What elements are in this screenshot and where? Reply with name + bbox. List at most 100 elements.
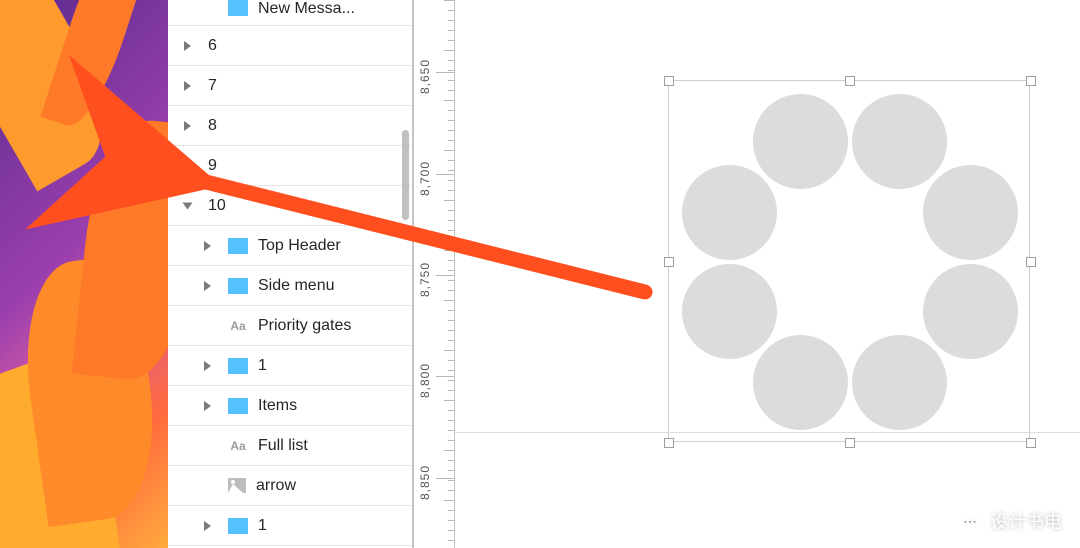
layers-panel[interactable]: New Messa... 6 7 8 9 10Top HeaderSide menu Aa P… (168, 0, 413, 548)
layer-row[interactable]: AaFull list (168, 426, 412, 466)
layer-row[interactable]: arrow (168, 466, 412, 506)
ruler-tick-minor (448, 120, 454, 121)
ruler-label: 8,850 (418, 465, 432, 500)
selection-handle[interactable] (664, 438, 674, 448)
ruler-tick-minor (448, 340, 454, 341)
layer-row[interactable]: 9 (168, 146, 412, 186)
disclosure-triangle-icon[interactable] (196, 275, 218, 297)
selection-handle[interactable] (1026, 76, 1036, 86)
ruler-tick-minor (448, 170, 454, 171)
canvas-area[interactable] (455, 0, 1080, 548)
layer-row[interactable]: 1 (168, 506, 412, 546)
layer-label: Items (258, 397, 297, 415)
ruler-tick-minor (448, 480, 454, 481)
layer-label: New Messa... (258, 0, 355, 18)
disclosure-triangle-icon[interactable] (196, 235, 218, 257)
ruler-tick-minor (448, 470, 454, 471)
shape-circle[interactable] (852, 94, 947, 189)
shape-circle[interactable] (923, 264, 1018, 359)
ruler-tick-minor (448, 440, 454, 441)
ruler-tick-minor (448, 140, 454, 141)
selection-handle[interactable] (1026, 257, 1036, 267)
layer-row[interactable]: 10 (168, 186, 412, 226)
shape-circle[interactable] (852, 335, 947, 430)
ruler-tick-minor (448, 380, 454, 381)
shape-circle[interactable] (682, 264, 777, 359)
ruler-label: 8,750 (418, 262, 432, 297)
layer-row[interactable]: 8 (168, 106, 412, 146)
ruler-tick-major (436, 72, 454, 73)
ruler-tick-minor (444, 250, 454, 251)
ruler-tick-minor (448, 230, 454, 231)
ruler-tick-minor (448, 310, 454, 311)
shape-circle[interactable] (923, 165, 1018, 260)
ruler-tick-minor (448, 390, 454, 391)
layer-label: Priority gates (258, 317, 351, 335)
text-layer-icon: Aa (228, 319, 248, 333)
ruler-tick-minor (448, 460, 454, 461)
ruler-tick-minor (448, 20, 454, 21)
ruler-tick-minor (448, 430, 454, 431)
ruler-tick-minor (448, 410, 454, 411)
disclosure-triangle-icon[interactable] (176, 75, 198, 97)
ruler-tick-minor (448, 110, 454, 111)
ruler-label: 8,650 (418, 59, 432, 94)
scrollbar-thumb[interactable] (402, 130, 409, 220)
selection-handle[interactable] (664, 76, 674, 86)
ruler-tick-minor (444, 450, 454, 451)
shape-circle[interactable] (753, 94, 848, 189)
layer-label: 8 (208, 117, 217, 135)
spacer (196, 435, 218, 457)
disclosure-triangle-icon[interactable] (176, 195, 198, 217)
folder-icon (228, 358, 248, 374)
ruler-tick-minor (444, 150, 454, 151)
selection-bounding-box[interactable] (668, 80, 1030, 442)
spacer (196, 475, 218, 497)
ruler-tick-major (436, 275, 454, 276)
ruler-tick-minor (448, 40, 454, 41)
ruler-tick-minor (448, 280, 454, 281)
ruler-tick-minor (448, 260, 454, 261)
layer-row[interactable]: Aa Priority gates (168, 306, 412, 346)
ruler-tick-minor (448, 220, 454, 221)
disclosure-triangle-icon[interactable] (176, 115, 198, 137)
shape-circle[interactable] (682, 165, 777, 260)
ruler-tick-major (436, 376, 454, 377)
ruler-tick-major (436, 478, 454, 479)
layer-row[interactable]: New Messa... (168, 0, 412, 26)
ruler-tick-minor (444, 100, 454, 101)
folder-icon (228, 278, 248, 294)
layer-label: 1 (258, 517, 267, 535)
layer-row[interactable]: 1 (168, 346, 412, 386)
layer-label: 1 (258, 357, 267, 375)
layer-row[interactable]: Top Header (168, 226, 412, 266)
layer-row[interactable]: 7 (168, 66, 412, 106)
ruler-tick-minor (448, 370, 454, 371)
disclosure-triangle-icon[interactable] (176, 155, 198, 177)
selection-handle[interactable] (1026, 438, 1036, 448)
folder-icon (228, 0, 248, 16)
disclosure-triangle-icon[interactable] (176, 35, 198, 57)
layer-label: 9 (208, 157, 217, 175)
ruler-label: 8,700 (418, 161, 432, 196)
disclosure-triangle-icon[interactable] (196, 355, 218, 377)
layer-label: 7 (208, 77, 217, 95)
shape-circle[interactable] (753, 335, 848, 430)
ruler-tick-minor (444, 200, 454, 201)
layer-row[interactable]: Items (168, 386, 412, 426)
layer-row[interactable]: 6 (168, 26, 412, 66)
ruler-label: 8,800 (418, 363, 432, 398)
ruler-tick-minor (448, 30, 454, 31)
layer-label: arrow (256, 477, 296, 495)
disclosure-triangle-icon[interactable] (196, 395, 218, 417)
selection-handle[interactable] (664, 257, 674, 267)
ruler-tick-minor (444, 50, 454, 51)
ruler-tick-minor (448, 360, 454, 361)
ruler-tick-minor (448, 510, 454, 511)
selection-handle[interactable] (845, 76, 855, 86)
layer-label: 6 (208, 37, 217, 55)
disclosure-triangle-icon[interactable] (196, 515, 218, 537)
watermark: ⋯ 设计书电 (958, 508, 1062, 534)
layer-row[interactable]: Side menu (168, 266, 412, 306)
selection-handle[interactable] (845, 438, 855, 448)
